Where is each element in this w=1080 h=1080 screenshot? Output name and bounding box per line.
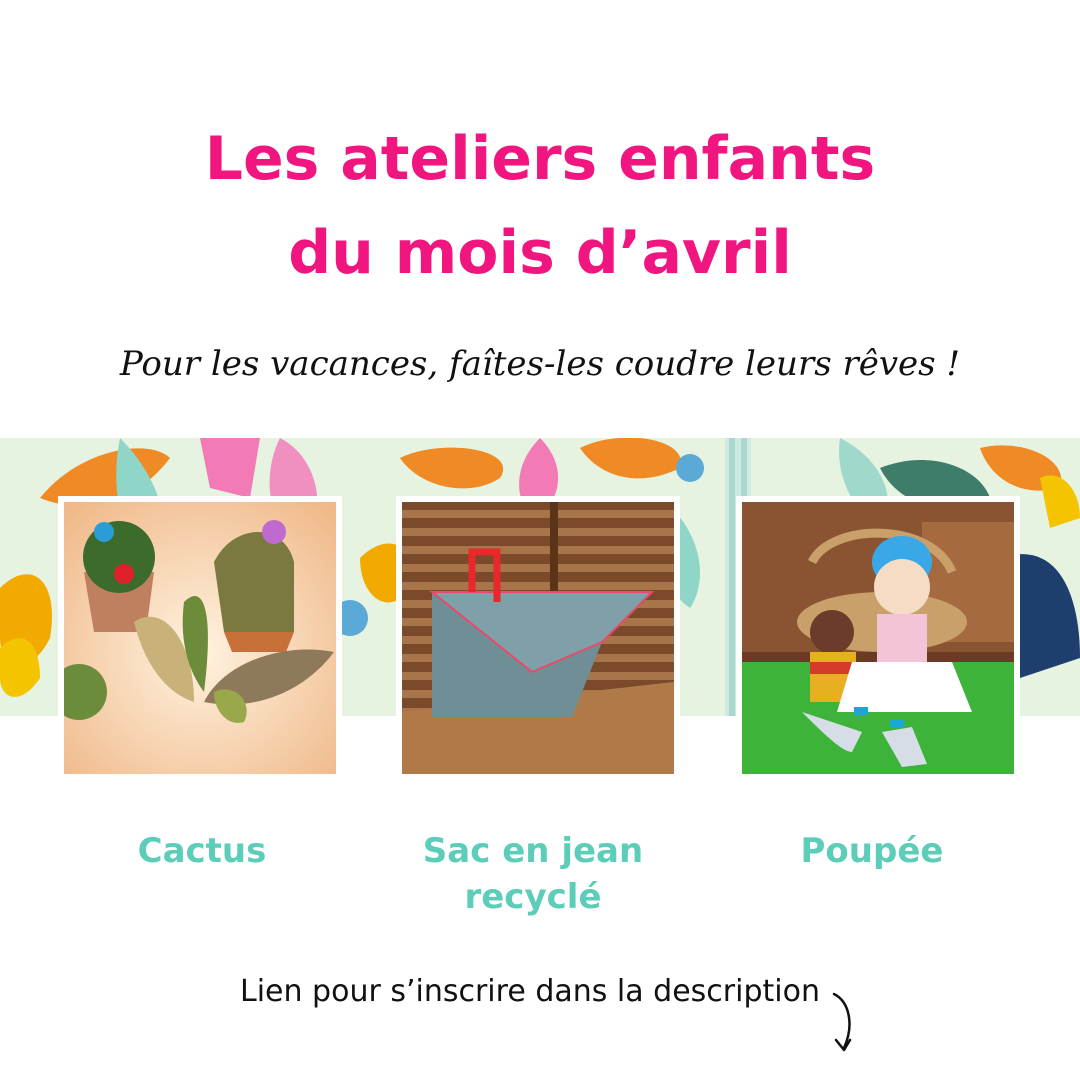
caption-line: Sac en jean <box>422 831 644 871</box>
subtitle: Pour les vacances, faîtes-les coudre leu… <box>119 344 961 384</box>
caption-poupee: Poupée <box>722 828 1022 874</box>
cactus-photo <box>58 496 342 780</box>
poupee-photo <box>736 496 1020 780</box>
caption-sac-en-jean: Sac en jean recyclé <box>383 828 683 920</box>
caption-line: recyclé <box>464 877 602 917</box>
title-line-2: du mois d’avril <box>288 218 792 288</box>
registration-link-text: Lien pour s’inscrire dans la description <box>240 974 820 1009</box>
title-line-1: Les ateliers enfants <box>204 124 876 194</box>
sac-en-jean-photo <box>396 496 680 780</box>
caption-line: Cactus <box>137 831 267 871</box>
caption-line: Poupée <box>800 831 944 871</box>
curved-arrow-down-icon <box>832 992 852 1052</box>
caption-cactus: Cactus <box>52 828 352 874</box>
page-title: Les ateliers enfants du mois d’avril <box>0 112 1080 300</box>
